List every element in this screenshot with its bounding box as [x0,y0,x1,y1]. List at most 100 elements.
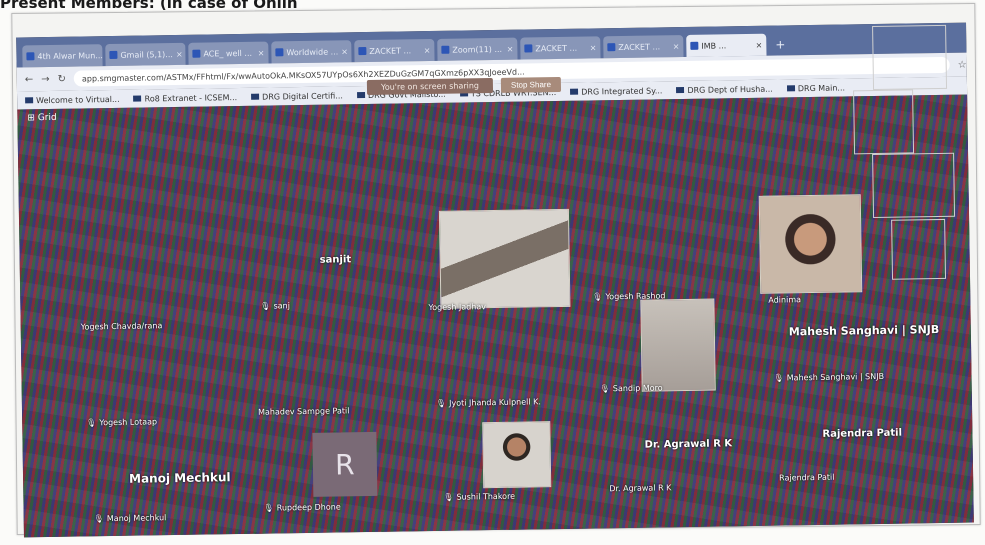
participant-name: 🎙 Jyoti Jhanda Kulpnell K. [436,397,541,408]
bookmark-icon [570,88,579,95]
view-label: Grid [37,112,57,124]
participant-name: 🎙 Sushil Thakore [443,492,515,502]
tab-label: ZACKET ... [618,41,661,52]
participant-name: 🎙 Yogesh Lotaap [86,417,157,427]
bookmark-icon [251,93,260,100]
star-icon[interactable]: ☆ [958,59,967,70]
bookmark-icon [356,91,365,98]
bookmark-item[interactable]: Welcome to Virtual... [25,94,120,105]
participant-name-text: Sushil Thakore [456,491,516,502]
bookmark-icon [786,84,795,91]
bookmark-label: Welcome to Virtual... [36,94,120,105]
tab-8[interactable]: ZACKET ... × [603,35,684,59]
tab-label: IMB ... [701,40,727,51]
favicon-icon [690,41,699,50]
mic-icon: 🎙 [599,384,610,394]
tab-label: ZACKET ... [369,45,412,56]
mic-icon: 🎙 [592,292,603,302]
participant-name-text: Rupdeep Dhone [276,502,341,513]
tab-9[interactable]: IMB ... × [686,33,767,57]
tab-7[interactable]: ZACKET ... × [520,36,601,60]
video-tile[interactable] [482,421,552,489]
favicon-icon [26,52,35,61]
tab-5[interactable]: ZACKET ... × [354,38,435,63]
tab-label: ACE_ well ... [203,48,253,59]
bookmark-label: DRG Integrated Sy... [581,85,663,97]
mic-icon: 🎙 [773,373,784,383]
mic-icon: 🎙 [93,514,104,524]
tab-3[interactable]: ACE_ well ... × [188,41,269,65]
bookmark-label: DRG Digital Certifi... [262,90,343,102]
avatar-letter: R [334,447,355,482]
close-icon[interactable]: × [673,42,680,51]
participant-name: Adinima [768,295,802,305]
video-tile[interactable] [758,194,863,294]
video-tile[interactable] [438,208,571,309]
participant-name: Dr. Agrawal R K [609,483,672,494]
bookmark-icon [133,95,142,102]
participant-name: Yogesh Jadhav [428,302,487,313]
tab-4[interactable]: Worldwide ... × [271,40,352,64]
participant-name: Yogesh Chavda/rana [80,321,163,332]
participant-name: 🎙 Mahesh Sanghavi | SNJB [774,372,885,383]
side-video-tile[interactable] [872,24,948,91]
bookmark-icon [25,96,34,103]
close-icon[interactable]: × [424,45,431,54]
mic-icon: 🎙 [263,503,274,513]
participant-name-text: Yogesh Lotaap [99,417,158,428]
video-tile[interactable]: R [312,431,378,497]
tab-label: ZACKET ... [535,43,578,53]
share-bar: You're on screen sharing Stop Share [366,75,562,96]
side-video-tile[interactable] [891,218,947,280]
participant-name: 🎙 Manoj Mechkul [94,513,167,523]
bookmark-label: DRG Main... [797,82,846,93]
close-icon[interactable]: × [756,40,763,49]
tab-label: Gmail (5,1)... [120,49,173,60]
video-tile[interactable] [640,298,716,392]
participant-name: Mahesh Sanghavi | SNJB [788,323,940,339]
favicon-icon [109,50,118,60]
bookmark-label: DRG Dept of Husha... [687,84,773,95]
bookmark-item[interactable]: Ro8 Extranet - ICSEM... [133,92,238,104]
mic-icon: 🎙 [443,492,454,502]
stop-share-button[interactable]: Stop Share [500,76,562,93]
reload-icon[interactable]: ↻ [57,73,66,84]
new-tab-button[interactable]: + [769,37,791,55]
bookmark-item[interactable]: DRG Integrated Sy... [570,86,662,96]
close-icon[interactable]: × [507,44,514,53]
participant-name-text: Jyoti Jhanda Kulpnell K. [449,397,541,408]
close-icon[interactable]: × [176,49,183,58]
bookmark-label: Ro8 Extranet - ICSEM... [144,92,238,103]
close-icon[interactable]: × [590,43,597,52]
favicon-icon [358,46,367,56]
participant-name-text: Sandip Moro [612,383,663,394]
tab-2[interactable]: Gmail (5,1)... × [105,42,186,67]
participant-name: Rajendra Patil [822,427,903,440]
close-icon[interactable]: × [258,48,265,57]
bookmark-item[interactable]: DRG Dept of Husha... [676,84,773,95]
participant-name: Mahadev Sampge Patil [257,406,350,417]
bookmark-item[interactable]: DRG Digital Certifi... [251,91,343,101]
side-video-tile[interactable] [872,152,956,219]
participant-name-text: Mahesh Sanghavi | SNJB [786,371,885,383]
screen: 4th Alwar Mun...× Gmail (5,1)...× ACE_ w… [16,22,974,538]
screen-share-message: You're on screen sharing [366,77,494,95]
tab-label: 4th Alwar Mun... [37,50,103,61]
participant-name: 🎙 Sandip Moro [600,383,663,393]
mic-icon: 🎙 [86,418,97,428]
tab-label: Zoom(11) ... [452,44,503,55]
back-icon[interactable]: ← [25,74,34,85]
side-video-tile[interactable] [853,89,915,155]
tab-1[interactable]: 4th Alwar Mun...× [22,44,103,68]
mic-icon: 🎙 [260,301,271,311]
tab-label: Worldwide ... [286,46,339,57]
favicon-icon [192,49,201,58]
participant-name-text: Manoj Mechkul [106,513,167,524]
tab-6[interactable]: Zoom(11) ... × [437,37,518,61]
forward-icon[interactable]: → [41,73,50,84]
bookmark-item[interactable]: DRG Main... [786,82,846,93]
participant-name: 🎙 sanj [260,301,290,310]
gallery-view-label[interactable]: ⊞ Grid [27,113,56,123]
participant-name: Manoj Mechkul [128,470,231,486]
close-icon[interactable]: × [341,47,348,56]
